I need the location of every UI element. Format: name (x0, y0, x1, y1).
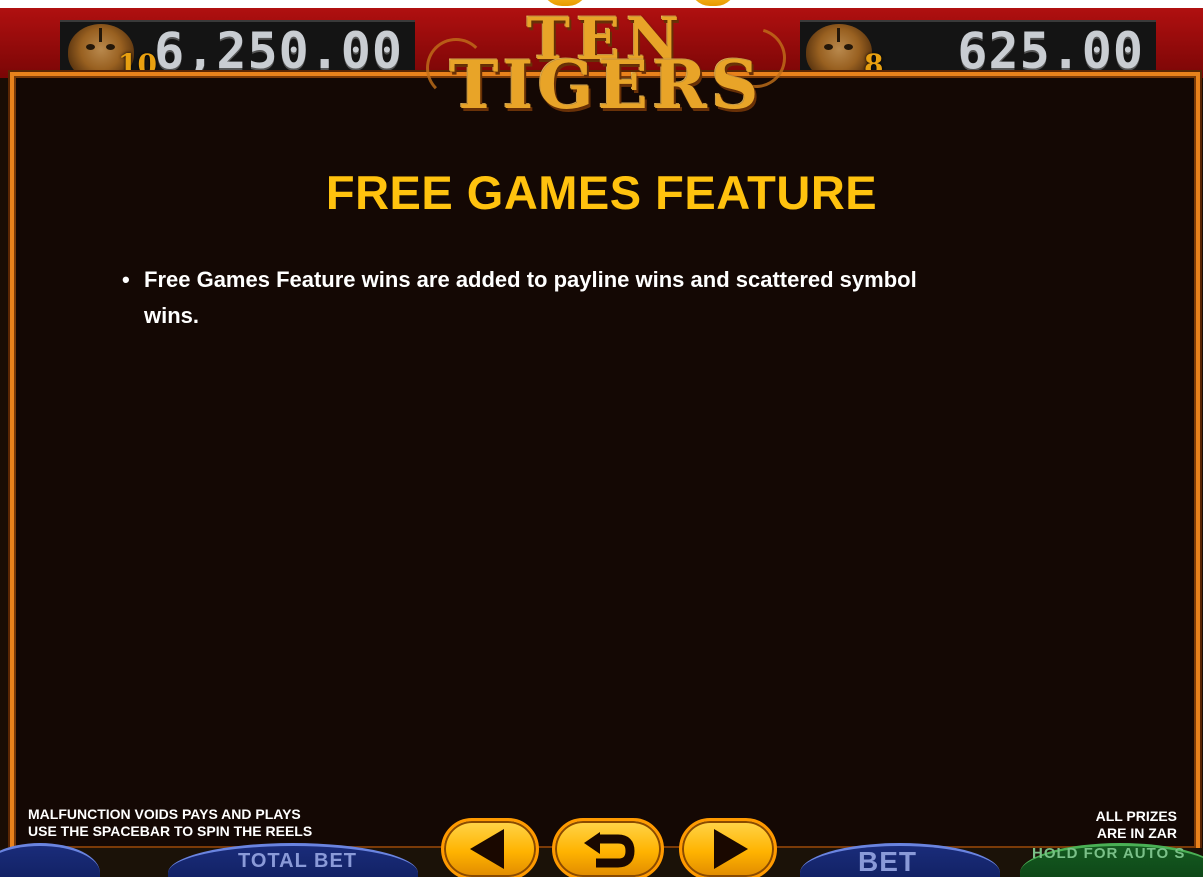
previous-page-button[interactable] (441, 818, 539, 877)
jackpot-right: 8 625.00 (800, 20, 1156, 81)
malfunction-note: MALFUNCTION VOIDS PAYS AND PLAYS (28, 806, 301, 822)
bullet-text: Free Games Feature wins are added to pay… (144, 267, 917, 328)
jackpot-left: 10 6,250.00 (60, 20, 415, 81)
spacebar-note: USE THE SPACEBAR TO SPIN THE REELS (28, 823, 313, 839)
logo-line-2: TIGERS (449, 46, 763, 124)
footer-notes-right: ALL PRIZES ARE IN ZAR (1096, 808, 1177, 842)
jackpot-value: 625.00 (957, 22, 1144, 80)
page-title: FREE GAMES FEATURE (325, 166, 878, 219)
currency-note-1: ALL PRIZES (1095, 808, 1177, 824)
triangle-right-icon (714, 829, 748, 869)
top-orb (690, 0, 736, 6)
game-screen: 10 6,250.00 8 625.00 TEN TIGERS FREE GAM… (0, 0, 1203, 877)
next-page-button[interactable] (679, 818, 777, 877)
feature-bullet: • Free Games Feature wins are added to pa… (122, 262, 952, 334)
footer-notes-left: MALFUNCTION VOIDS PAYS AND PLAYS USE THE… (28, 806, 312, 840)
bullet-dot: • (122, 267, 130, 292)
game-logo: TEN TIGERS (426, 8, 797, 124)
total-bet-label: TOTAL BET (238, 850, 357, 872)
bet-label: BET (858, 846, 917, 877)
currency-note-2: ARE IN ZAR (1096, 825, 1177, 841)
autoplay-label: HOLD FOR AUTO S (1032, 845, 1186, 862)
jackpot-value: 6,250.00 (154, 22, 403, 80)
return-arrow-icon (584, 832, 635, 868)
triangle-left-icon (470, 829, 504, 869)
return-to-game-button[interactable] (552, 818, 664, 877)
